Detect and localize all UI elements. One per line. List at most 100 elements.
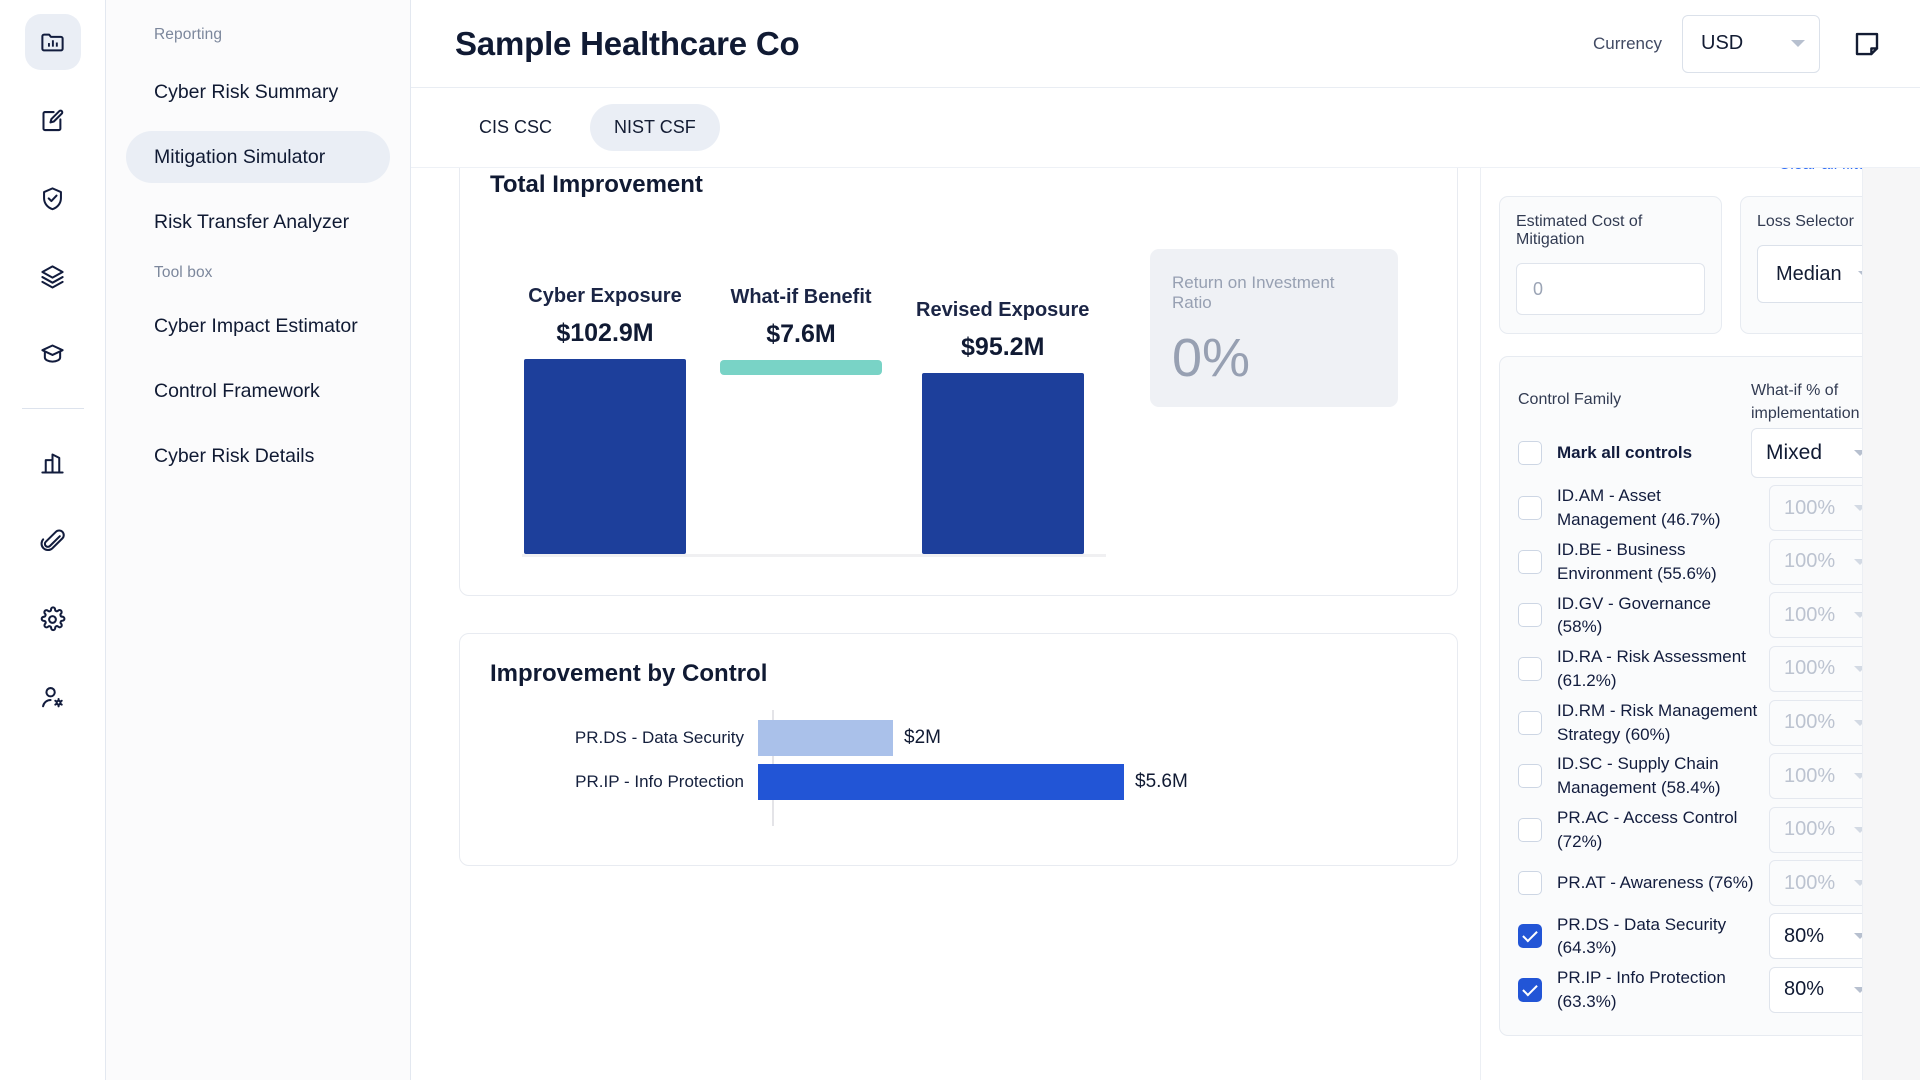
tab-cis-csc[interactable]: CIS CSC xyxy=(455,104,576,151)
top-bar-actions: Currency USD xyxy=(1593,15,1882,73)
control-checkbox-pr-ac[interactable] xyxy=(1518,818,1542,842)
control-row-left-3: ID.RA - Risk Assessment (61.2%) xyxy=(1518,645,1769,693)
nav-item-control-framework[interactable]: Control Framework xyxy=(126,365,390,417)
bar-label-whatif-benefit: What-if Benefit xyxy=(720,286,882,309)
rail-item-shield-check-icon[interactable] xyxy=(25,170,81,226)
framework-tabs: CIS CSC NIST CSF xyxy=(411,88,1920,168)
rail-item-paperclip-icon[interactable] xyxy=(25,513,81,569)
currency-label: Currency xyxy=(1593,34,1662,54)
ibc-value-info-protection: $5.6M xyxy=(1135,771,1188,793)
control-row-left-2: ID.GV - Governance (58%) xyxy=(1518,592,1769,640)
rail-item-gear-icon[interactable] xyxy=(25,591,81,647)
rail-item-edit-document-icon[interactable] xyxy=(25,92,81,148)
control-row-left-9: PR.IP - Info Protection (63.3%) xyxy=(1518,966,1769,1014)
table-row: ID.RA - Risk Assessment (61.2%) 100% xyxy=(1518,642,1879,696)
estimated-cost-input[interactable]: 0 xyxy=(1516,263,1705,315)
currency-select-value: USD xyxy=(1701,32,1743,55)
rail-item-dashboard-chart-icon[interactable] xyxy=(25,14,81,70)
control-label-pr-at: PR.AT - Awareness (76%) xyxy=(1557,871,1754,895)
nav-item-risk-transfer-analyzer[interactable]: Risk Transfer Analyzer xyxy=(126,196,390,248)
estimated-cost-label: Estimated Cost of Mitigation xyxy=(1516,213,1705,249)
nav-item-cyber-risk-summary[interactable]: Cyber Risk Summary xyxy=(126,66,390,118)
filters-panel: Clear all filters Estimated Cost of Miti… xyxy=(1480,168,1920,1080)
control-checkbox-pr-ds[interactable] xyxy=(1518,924,1542,948)
control-label-pr-ip: PR.IP - Info Protection (63.3%) xyxy=(1557,966,1759,1014)
ibc-label-info-protection: PR.IP - Info Protection xyxy=(490,772,758,792)
control-checkbox-pr-at[interactable] xyxy=(1518,871,1542,895)
control-row-left-6: PR.AC - Access Control (72%) xyxy=(1518,806,1769,854)
nav-item-mitigation-simulator[interactable]: Mitigation Simulator xyxy=(126,131,390,183)
control-label-pr-ac: PR.AC - Access Control (72%) xyxy=(1557,806,1759,854)
control-row-left-8: PR.DS - Data Security (64.3%) xyxy=(1518,913,1769,961)
control-row-left-0: ID.AM - Asset Management (46.7%) xyxy=(1518,484,1769,532)
improvement-by-control-chart: PR.DS - Data Security $2M PR.IP - Info P… xyxy=(490,702,1427,862)
control-label-id-am: ID.AM - Asset Management (46.7%) xyxy=(1557,484,1759,532)
bar-group-cyber-exposure: Cyber Exposure $102.9M xyxy=(524,285,686,554)
improvement-by-control-title: Improvement by Control xyxy=(490,660,1427,688)
bar-value-revised-exposure: $95.2M xyxy=(916,333,1089,362)
rail-item-graduation-cap-icon[interactable] xyxy=(25,326,81,382)
control-checkbox-id-gv[interactable] xyxy=(1518,603,1542,627)
user-settings-icon xyxy=(39,684,66,711)
right-gutter xyxy=(1862,168,1920,1080)
rail-item-building-icon[interactable] xyxy=(25,435,81,491)
mark-all-left: Mark all controls xyxy=(1518,441,1751,465)
tab-nist-csf[interactable]: NIST CSF xyxy=(590,104,720,151)
chart-baseline xyxy=(522,554,1106,557)
bar-label-revised-exposure: Revised Exposure xyxy=(916,299,1089,322)
shield-check-icon xyxy=(39,185,66,212)
control-checkbox-id-sc[interactable] xyxy=(1518,764,1542,788)
control-checkbox-id-ra[interactable] xyxy=(1518,657,1542,681)
control-label-id-rm: ID.RM - Risk Management Strategy (60%) xyxy=(1557,699,1759,747)
control-row-left-7: PR.AT - Awareness (76%) xyxy=(1518,871,1769,895)
currency-select[interactable]: USD xyxy=(1682,15,1820,73)
bar-rect-whatif-benefit[interactable] xyxy=(720,360,882,375)
ibc-bar-info-protection[interactable] xyxy=(758,764,1124,800)
whatif-percent-header: What-if % of implementation xyxy=(1751,379,1879,425)
table-row: PR.DS - Data Security (64.3%) 80% xyxy=(1518,910,1879,964)
app-root: Reporting Cyber Risk Summary Mitigation … xyxy=(0,0,1920,1080)
bar-value-whatif-benefit: $7.6M xyxy=(720,320,882,349)
mark-all-percent-select[interactable]: Mixed xyxy=(1751,428,1879,478)
rail-item-layers-icon[interactable] xyxy=(25,248,81,304)
dashboard-chart-icon xyxy=(39,29,66,56)
roi-card: Return on Investment Ratio 0% xyxy=(1150,249,1398,407)
control-row-left-1: ID.BE - Business Environment (55.6%) xyxy=(1518,538,1769,586)
edit-document-icon xyxy=(39,107,66,134)
ibc-row-info-protection: PR.IP - Info Protection $5.6M xyxy=(490,764,1188,800)
control-percent-value-id-gv: 100% xyxy=(1784,604,1835,627)
bar-rect-revised-exposure[interactable] xyxy=(922,373,1084,554)
building-icon xyxy=(39,450,66,477)
control-checkbox-id-rm[interactable] xyxy=(1518,711,1542,735)
control-checkbox-pr-ip[interactable] xyxy=(1518,978,1542,1002)
bar-rect-cyber-exposure[interactable] xyxy=(524,359,686,554)
top-bar: Sample Healthcare Co Currency USD xyxy=(411,0,1920,88)
gear-icon xyxy=(39,606,66,633)
content-area: Total Improvement Cyber Exposure $102.9M… xyxy=(411,168,1920,1080)
note-page-icon[interactable] xyxy=(1852,29,1882,59)
control-checkbox-id-be[interactable] xyxy=(1518,550,1542,574)
rail-item-user-settings-icon[interactable] xyxy=(25,669,81,725)
control-checkbox-id-am[interactable] xyxy=(1518,496,1542,520)
control-row-left-4: ID.RM - Risk Management Strategy (60%) xyxy=(1518,699,1769,747)
control-percent-value-id-be: 100% xyxy=(1784,550,1835,573)
layers-icon xyxy=(39,263,66,290)
ibc-bar-data-security[interactable] xyxy=(758,720,893,756)
bar-value-cyber-exposure: $102.9M xyxy=(524,319,686,348)
roi-value: 0% xyxy=(1172,331,1376,385)
control-row-mark-all: Mark all controls Mixed xyxy=(1518,425,1879,481)
bar-group-revised-exposure: Revised Exposure $95.2M xyxy=(916,299,1089,554)
icon-rail xyxy=(0,0,106,1080)
control-family-header-row: Control Family What-if % of implementati… xyxy=(1518,379,1879,425)
control-family-panel: Control Family What-if % of implementati… xyxy=(1499,356,1898,1036)
nav-item-cyber-risk-details[interactable]: Cyber Risk Details xyxy=(126,430,390,482)
mark-all-label: Mark all controls xyxy=(1557,441,1692,465)
loss-selector-value: Median xyxy=(1776,263,1842,286)
control-percent-value-pr-at: 100% xyxy=(1784,872,1835,895)
nav-section-toolbox-label: Tool box xyxy=(126,264,390,282)
mark-all-checkbox[interactable] xyxy=(1518,441,1542,465)
total-improvement-chart: Cyber Exposure $102.9M What-if Benefit $… xyxy=(490,205,1427,575)
control-label-pr-ds: PR.DS - Data Security (64.3%) xyxy=(1557,913,1759,961)
filters-top-row: Estimated Cost of Mitigation 0 Loss Sele… xyxy=(1499,196,1898,334)
nav-item-cyber-impact-estimator[interactable]: Cyber Impact Estimator xyxy=(126,300,390,352)
